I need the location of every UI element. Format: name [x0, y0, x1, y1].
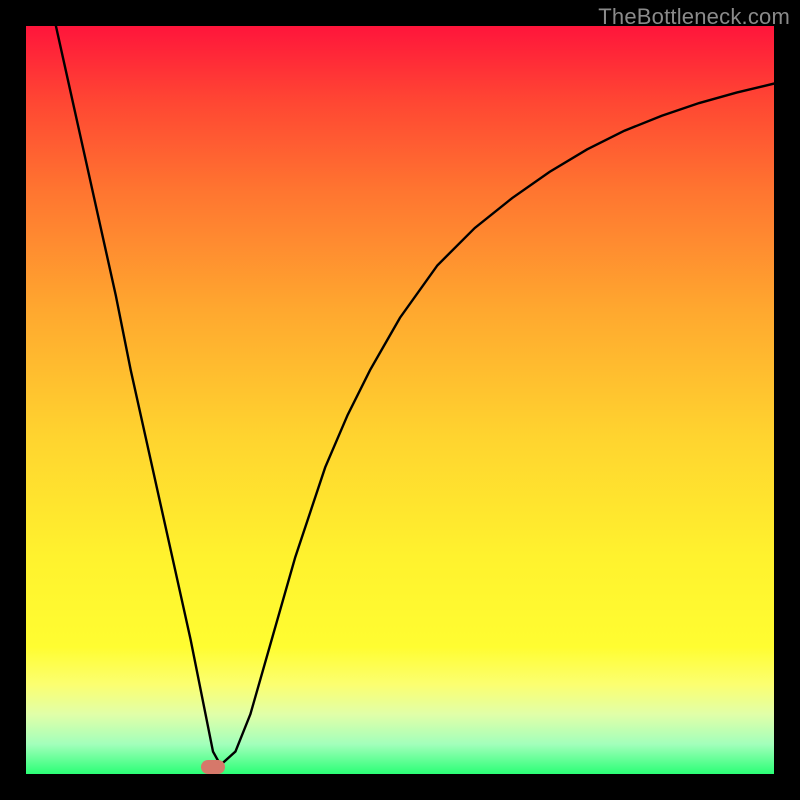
curve-layer [26, 26, 774, 774]
plot-area [26, 26, 774, 774]
bottleneck-curve [56, 26, 774, 765]
optimum-marker [201, 760, 225, 774]
chart-container: TheBottleneck.com [0, 0, 800, 800]
watermark-text: TheBottleneck.com [598, 4, 790, 30]
